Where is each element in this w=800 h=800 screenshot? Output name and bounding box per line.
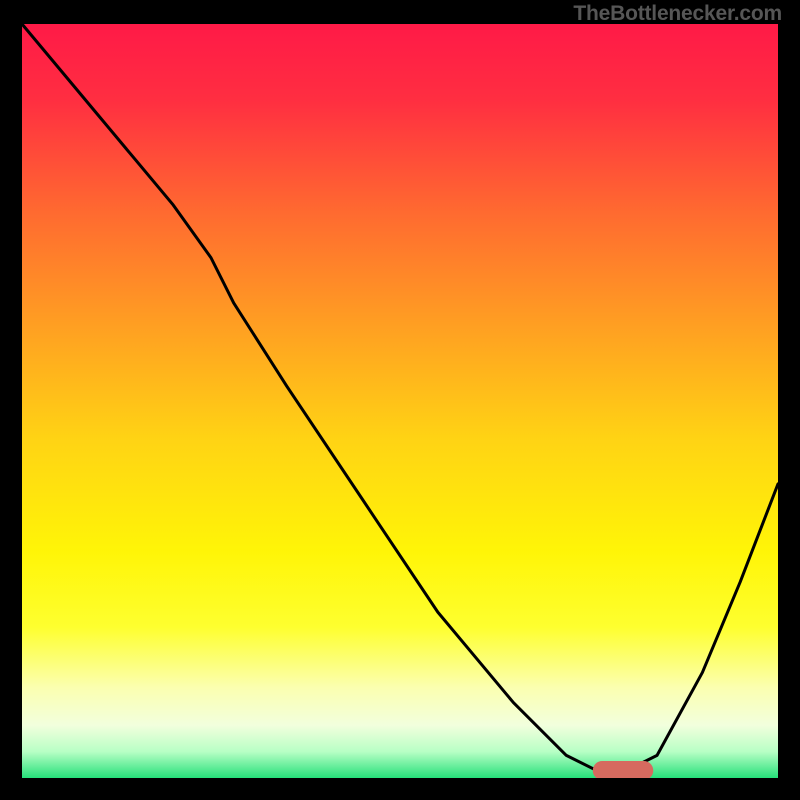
- chart-svg: [22, 24, 778, 778]
- watermark-text: TheBottlenecker.com: [573, 2, 782, 26]
- chart-plot: [22, 24, 778, 778]
- optimal-range-marker: [593, 761, 653, 778]
- chart-container: TheBottlenecker.com: [0, 0, 800, 800]
- chart-background: [22, 24, 778, 778]
